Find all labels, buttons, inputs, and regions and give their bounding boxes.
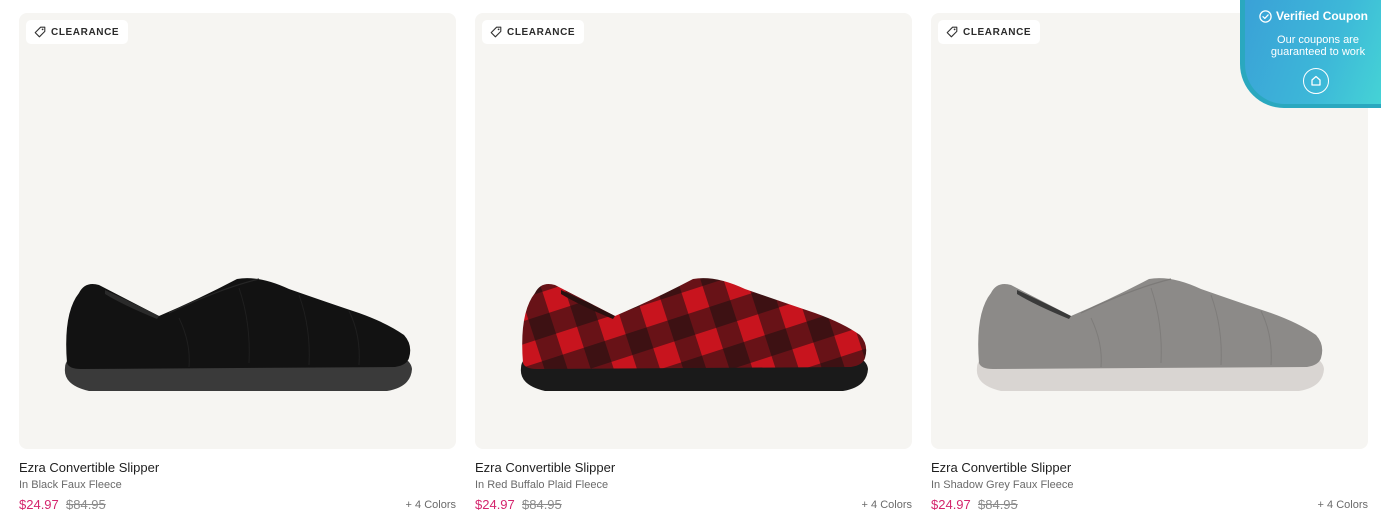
sale-price: $24.97 bbox=[475, 497, 515, 512]
product-variant: In Shadow Grey Faux Fleece bbox=[931, 479, 1074, 491]
product-variant: In Black Faux Fleece bbox=[19, 479, 122, 491]
product-image bbox=[520, 278, 868, 391]
coupon-logo-icon[interactable] bbox=[1303, 68, 1329, 94]
product-card-1[interactable]: CLEARANCE Ezra Convertible Slipper In Bl… bbox=[19, 13, 456, 512]
original-price: $84.95 bbox=[66, 497, 106, 512]
shield-icon bbox=[1311, 75, 1321, 86]
more-colors-link[interactable]: + 4 Colors bbox=[406, 499, 456, 511]
product-variant: In Red Buffalo Plaid Fleece bbox=[475, 479, 609, 491]
product-name[interactable]: Ezra Convertible Slipper bbox=[19, 460, 159, 475]
sale-price: $24.97 bbox=[931, 497, 971, 512]
verified-coupon-widget[interactable]: Verified Coupon Our coupons are guarante… bbox=[1240, 0, 1381, 108]
original-price: $84.95 bbox=[978, 497, 1018, 512]
product-image bbox=[64, 278, 412, 391]
product-card-2[interactable]: CLEARANCE Ezra Convertible Slipper In Re… bbox=[475, 13, 912, 512]
coupon-title-text: Verified Coupon bbox=[1276, 9, 1369, 23]
product-image-container[interactable]: CLEARANCE bbox=[475, 13, 912, 449]
coupon-title: Verified Coupon bbox=[1259, 9, 1368, 23]
more-colors-link[interactable]: + 4 Colors bbox=[1318, 499, 1368, 511]
coupon-panel: Verified Coupon Our coupons are guarante… bbox=[1245, 0, 1381, 104]
original-price: $84.95 bbox=[522, 497, 562, 512]
sale-price: $24.97 bbox=[19, 497, 59, 512]
coupon-subtitle: Our coupons are guaranteed to work bbox=[1270, 34, 1366, 58]
more-colors-link[interactable]: + 4 Colors bbox=[862, 499, 912, 511]
check-circle-icon bbox=[1259, 9, 1272, 23]
product-name[interactable]: Ezra Convertible Slipper bbox=[475, 460, 615, 475]
product-image-container[interactable]: CLEARANCE bbox=[19, 13, 456, 449]
product-name[interactable]: Ezra Convertible Slipper bbox=[931, 460, 1071, 475]
